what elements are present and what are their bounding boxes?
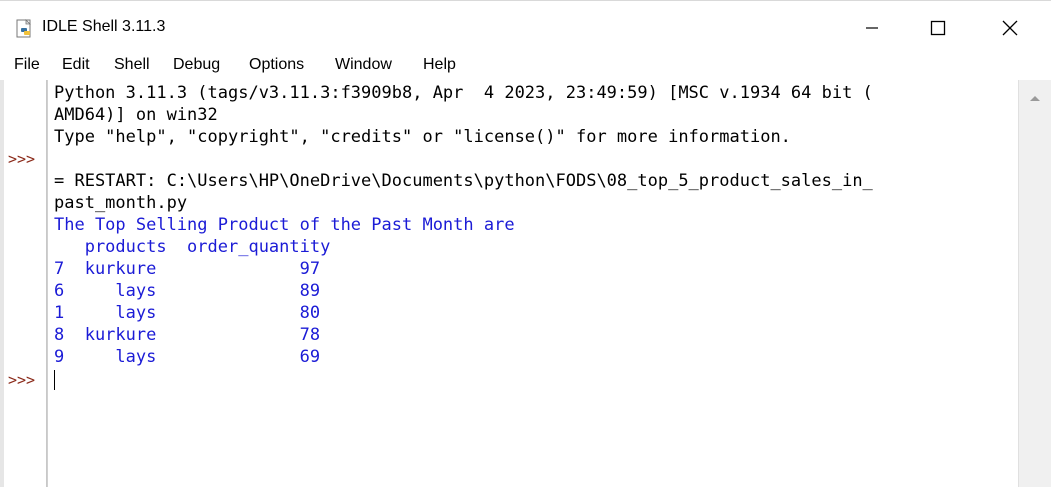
close-icon xyxy=(1002,20,1018,36)
output-table-row: 1 lays 80 xyxy=(54,303,321,323)
sidebar-edge xyxy=(0,80,4,487)
prompt-marker: >>> xyxy=(8,150,36,168)
menu-window[interactable]: Window xyxy=(335,56,392,74)
output-table-row: 7 kurkure 97 xyxy=(54,259,321,279)
menu-shell[interactable]: Shell xyxy=(114,56,150,74)
output-heading: The Top Selling Product of the Past Mont… xyxy=(54,215,515,235)
restart-line: = RESTART: C:\Users\HP\OneDrive\Document… xyxy=(54,171,873,191)
minimize-button[interactable] xyxy=(850,9,894,47)
maximize-button[interactable] xyxy=(916,9,960,47)
python-idle-icon xyxy=(16,19,34,39)
title-bar[interactable]: IDLE Shell 3.11.3 xyxy=(0,0,1051,53)
close-button[interactable] xyxy=(988,9,1032,47)
prompt-marker: >>> xyxy=(8,371,36,389)
idle-shell-window: IDLE Shell 3.11.3 File Edit Shell Debug … xyxy=(0,0,1051,487)
menu-debug[interactable]: Debug xyxy=(173,56,220,74)
menu-bar: File Edit Shell Debug Options Window Hel… xyxy=(0,52,1051,80)
text-cursor xyxy=(54,370,55,390)
banner-line: Type "help", "copyright", "credits" or "… xyxy=(54,127,791,147)
restart-line: past_month.py xyxy=(54,193,188,213)
banner-line: AMD64)] on win32 xyxy=(54,105,218,125)
shell-text-area[interactable]: Python 3.11.3 (tags/v3.11.3:f3909b8, Apr… xyxy=(47,80,1018,487)
output-table-header: products order_quantity xyxy=(54,237,331,257)
scroll-up-arrow-icon[interactable] xyxy=(1028,90,1042,108)
menu-edit[interactable]: Edit xyxy=(62,56,90,74)
output-table-row: 9 lays 69 xyxy=(54,347,321,367)
menu-help[interactable]: Help xyxy=(423,56,456,74)
menu-options[interactable]: Options xyxy=(249,56,304,74)
output-table-row: 8 kurkure 78 xyxy=(54,325,321,345)
shell-area: >>> >>> Python 3.11.3 (tags/v3.11.3:f390… xyxy=(0,80,1051,487)
minimize-icon xyxy=(865,21,879,35)
menu-file[interactable]: File xyxy=(14,56,40,74)
output-table-row: 6 lays 89 xyxy=(54,281,321,301)
prompt-sidebar: >>> >>> xyxy=(0,80,47,487)
vertical-scrollbar[interactable] xyxy=(1018,80,1051,487)
banner-line: Python 3.11.3 (tags/v3.11.3:f3909b8, Apr… xyxy=(54,83,873,103)
maximize-icon xyxy=(930,20,946,36)
window-title: IDLE Shell 3.11.3 xyxy=(42,18,166,35)
